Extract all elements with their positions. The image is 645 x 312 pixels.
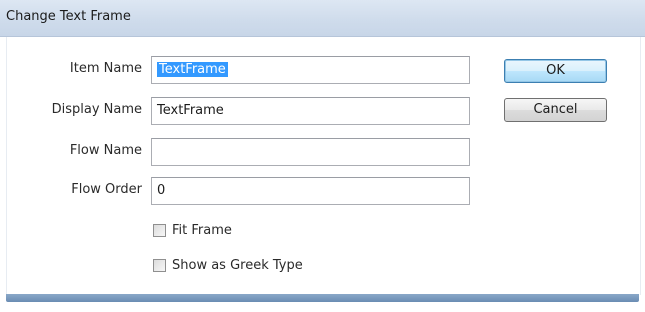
show-greek-type-checkbox[interactable] [153,259,166,272]
flow-order-label: Flow Order [71,182,142,197]
show-greek-type-label: Show as Greek Type [172,258,303,273]
flow-order-value: 0 [157,183,166,198]
flow-name-field[interactable] [151,138,470,166]
flow-name-label: Flow Name [69,143,142,158]
display-name-label: Display Name [51,102,142,117]
ok-button[interactable]: OK [504,59,607,83]
item-name-selected-text: TextFrame [157,62,228,77]
fit-frame-option[interactable]: Fit Frame [153,223,273,241]
show-greek-type-option[interactable]: Show as Greek Type [153,258,353,276]
item-name-field[interactable]: TextFrame [151,56,470,84]
dialog-bottom-border [6,294,639,302]
display-name-field[interactable]: TextFrame [151,97,470,125]
display-name-value: TextFrame [157,103,224,118]
fit-frame-label: Fit Frame [172,223,232,238]
dialog-title: Change Text Frame [6,9,131,24]
title-bar[interactable]: Change Text Frame [0,0,645,37]
cancel-button[interactable]: Cancel [504,98,607,122]
item-name-label: Item Name [69,61,142,76]
fit-frame-checkbox[interactable] [153,224,166,237]
change-text-frame-dialog: Change Text Frame Item Name TextFrame Di… [0,0,645,312]
flow-order-field[interactable]: 0 [151,177,470,205]
